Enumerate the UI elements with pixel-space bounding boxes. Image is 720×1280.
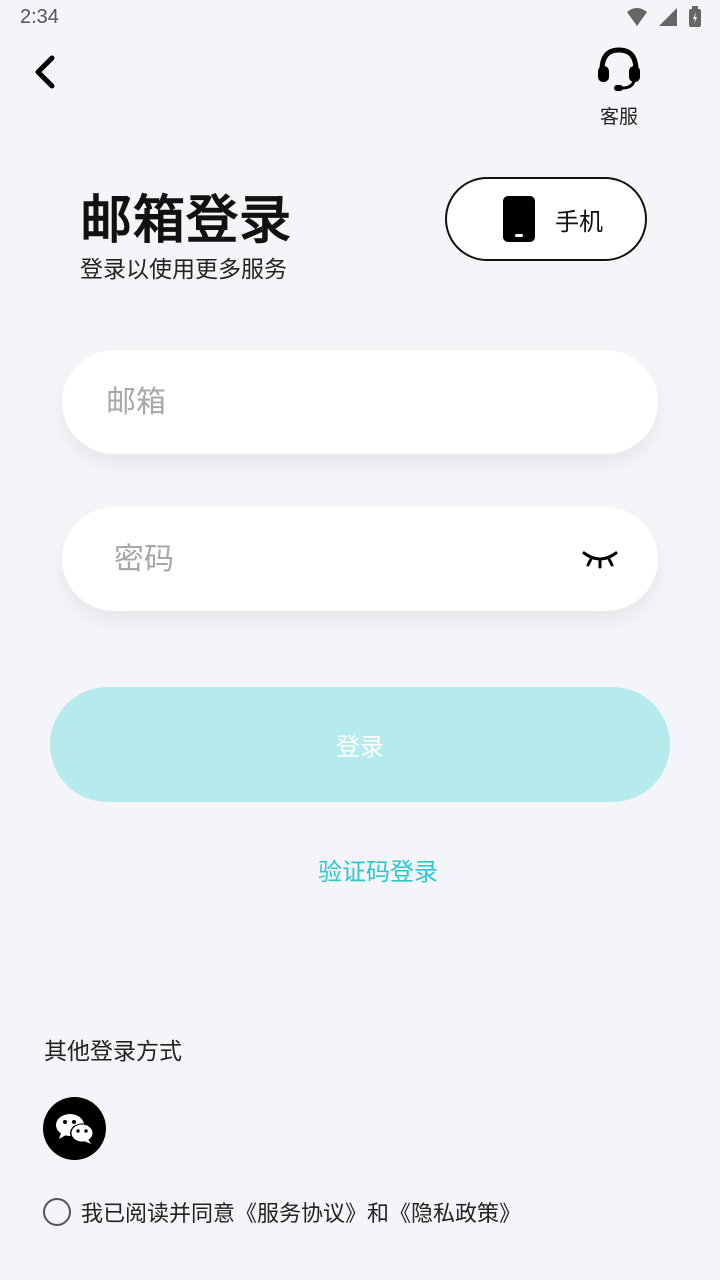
status-icons [626,6,702,28]
page-subtitle: 登录以使用更多服务 [80,257,287,283]
back-button[interactable] [28,50,68,94]
customer-service-button[interactable]: 客服 [586,44,652,129]
email-input[interactable] [104,383,548,421]
wifi-icon [627,8,647,26]
password-input[interactable] [112,540,556,578]
agreement-row: 我已阅读并同意《服务协议》和《隐私政策》 [43,1196,521,1228]
other-login-title: 其他登录方式 [44,1039,182,1065]
code-login-link[interactable]: 验证码登录 [0,852,720,887]
customer-service-label: 客服 [599,106,638,128]
signal-icon [659,8,677,26]
phone-icon [503,196,535,242]
wechat-icon [55,1113,94,1144]
wechat-login-button[interactable] [43,1097,106,1160]
page-title: 邮箱登录 [80,191,293,251]
email-field[interactable] [62,350,658,454]
switch-to-phone-button[interactable]: 手机 [445,177,647,261]
agreement-text[interactable]: 我已阅读并同意《服务协议》和《隐私政策》 [81,1196,521,1228]
closed-eye-icon[interactable] [582,549,618,569]
headset-icon [598,47,640,91]
agreement-checkbox[interactable] [43,1198,71,1226]
battery-icon [689,6,701,27]
password-field[interactable] [62,507,658,611]
switch-to-phone-label: 手机 [555,207,603,236]
back-icon [35,55,55,89]
status-time: 2:34 [20,6,59,28]
login-button[interactable]: 登录 [50,687,670,802]
status-bar: 2:34 [0,0,720,36]
